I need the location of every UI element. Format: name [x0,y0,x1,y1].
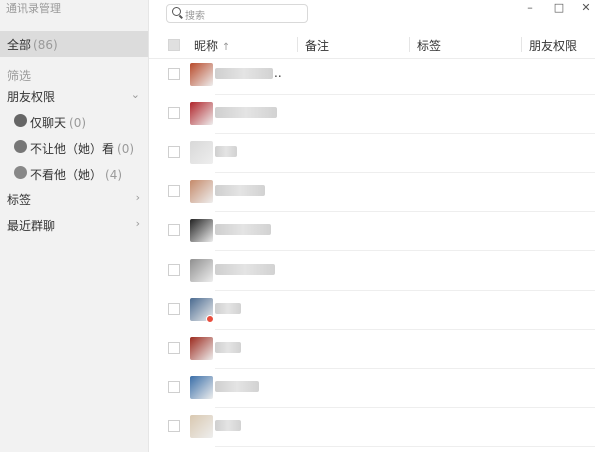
perm-item-label: 不让他（她）看 [30,142,115,156]
blurred-name [215,380,259,392]
table-row[interactable] [149,330,595,369]
row-checkbox[interactable] [168,146,180,159]
search-placeholder: 搜索 [185,11,205,22]
column-remark[interactable]: 备注 [305,37,329,54]
table-row[interactable] [149,134,595,174]
chevron-right-icon: › [135,217,140,230]
sidebar-item-tags[interactable]: 标签 › [0,188,148,210]
recent-groups-label: 最近群聊 [7,219,56,233]
tags-label: 标签 [7,193,32,207]
column-nickname-label: 昵称 [194,39,219,53]
lock-icon [14,140,27,153]
row-checkbox[interactable] [168,341,180,354]
blurred-name [215,302,241,314]
sidebar-item-recent-groups[interactable]: 最近群聊 › [0,214,148,236]
friend-permission-label: 朋友权限 [7,90,56,104]
chat-only-icon [14,114,27,127]
perm-item-not-view[interactable]: 不看他（她） (4) [0,163,148,185]
blurred-name [215,107,277,119]
chevron-down-icon: ⌄ [130,88,140,101]
name-ellipsis: .. [274,66,282,80]
search-input[interactable]: 搜索 [166,4,308,23]
row-checkbox[interactable] [168,263,180,276]
avatar [190,336,213,360]
table-row[interactable] [149,252,595,291]
status-dot [206,314,214,323]
column-tags[interactable]: 标签 [417,37,441,54]
blurred-name [215,263,275,275]
column-divider [297,37,298,52]
avatar [190,375,213,399]
column-permission[interactable]: 朋友权限 [529,37,577,54]
blurred-name [215,341,241,353]
perm-item-label: 仅聊天 [30,116,67,130]
avatar [190,141,213,165]
row-checkbox[interactable] [168,185,180,198]
maximize-button[interactable]: □ [552,2,566,14]
avatar [190,63,213,86]
sort-arrow-icon: ↑ [221,42,231,53]
row-checkbox[interactable] [168,419,180,432]
table-row[interactable] [149,95,595,135]
sidebar-item-all[interactable]: 全部 (86) [0,31,148,57]
chevron-right-icon: › [135,191,140,204]
column-divider [409,37,410,52]
row-checkbox[interactable] [168,302,180,315]
select-all-checkbox[interactable] [168,39,180,51]
row-checkbox[interactable] [168,380,180,393]
sidebar-all-count: (86) [33,38,58,52]
perm-item-label: 不看他（她） [30,168,103,182]
blurred-name [215,419,241,431]
row-checkbox[interactable] [168,224,180,237]
avatar [190,102,213,126]
perm-item-chat-only[interactable]: 仅聊天 (0) [0,111,148,133]
app-title: 通讯录管理 [6,2,61,15]
table-row[interactable]: .. [149,56,595,95]
blurred-name [215,68,273,79]
perm-item-count: (4) [105,168,123,182]
perm-item-hide-from[interactable]: 不让他（她）看 (0) [0,137,148,159]
close-button[interactable]: ✕ [579,2,593,14]
blurred-name [215,224,271,236]
search-icon [172,7,181,16]
minimize-button[interactable]: – [523,2,537,14]
avatar [190,414,213,438]
row-checkbox[interactable] [168,107,180,120]
row-divider [215,445,595,447]
column-divider [521,37,522,52]
blurred-name [215,185,265,197]
perm-item-count: (0) [117,142,135,156]
table-row[interactable] [149,408,595,447]
column-nickname[interactable]: 昵称 ↑ [194,37,230,54]
sidebar-item-friend-permission[interactable]: 朋友权限 ⌄ [0,85,148,107]
blurred-name [215,146,237,158]
contact-list-panel: 搜索 – □ ✕ 昵称 ↑ 备注 标签 朋友权限 .. [149,0,595,452]
sidebar-all-label: 全部 [7,38,32,52]
filter-section-title: 筛选 [7,69,32,83]
perm-item-count: (0) [69,116,87,130]
avatar [190,258,213,282]
row-checkbox[interactable] [168,68,180,80]
sidebar: 通讯录管理 全部 (86) 筛选 朋友权限 ⌄ 仅聊天 (0) 不让他（她）看 (0)… [0,0,149,452]
hide-icon [14,166,27,179]
avatar [190,219,213,243]
table-row[interactable] [149,369,595,408]
table-row[interactable] [149,212,595,252]
table-row[interactable] [149,291,595,330]
table-header: 昵称 ↑ 备注 标签 朋友权限 [149,32,595,59]
table-row[interactable] [149,173,595,213]
avatar [190,180,213,204]
